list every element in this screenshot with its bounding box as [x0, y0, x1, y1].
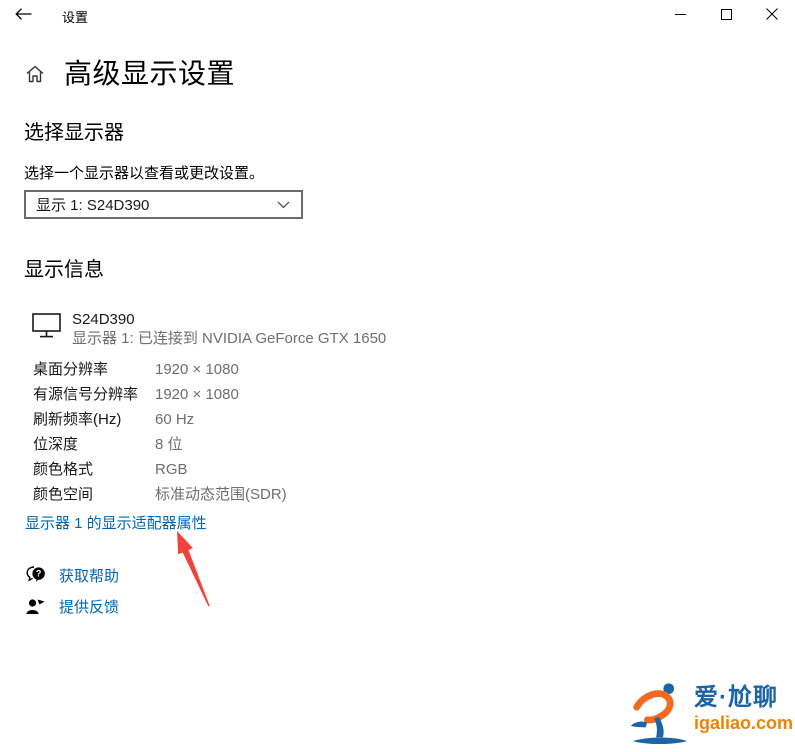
- monitor-connection: 显示器 1: 已连接到 NVIDIA GeForce GTX 1650: [72, 330, 387, 347]
- prop-label: 颜色空间: [33, 486, 94, 503]
- close-button[interactable]: [749, 0, 795, 32]
- help-speech-bubble-icon: ?: [25, 564, 47, 586]
- prop-label: 位深度: [33, 436, 79, 453]
- display-selector-dropdown[interactable]: 显示 1: S24D390: [24, 190, 303, 219]
- choose-display-description: 选择一个显示器以查看或更改设置。: [24, 165, 265, 182]
- display-adapter-properties-link[interactable]: 显示器 1 的显示适配器属性: [25, 512, 207, 533]
- page-header: 高级显示设置: [25, 52, 235, 92]
- give-feedback-link[interactable]: 提供反馈: [25, 595, 119, 617]
- running-figure-icon: [628, 678, 692, 746]
- window-title: 设置: [62, 9, 89, 25]
- display-properties-table: 桌面分辨率 1920 × 1080 有源信号分辨率 1920 × 1080 刷新…: [33, 357, 287, 507]
- prop-label: 有源信号分辨率: [33, 386, 139, 403]
- prop-label: 颜色格式: [33, 461, 94, 478]
- home-icon: [25, 64, 45, 84]
- get-help-label: 获取帮助: [59, 567, 120, 585]
- chevron-down-icon: [277, 201, 290, 209]
- maximize-button[interactable]: [703, 0, 749, 32]
- close-icon: [766, 7, 778, 25]
- table-row: 位深度 8 位: [33, 432, 287, 457]
- monitor-summary: S24D390 显示器 1: 已连接到 NVIDIA GeForce GTX 1…: [32, 310, 386, 348]
- display-info-heading: 显示信息: [24, 259, 104, 281]
- svg-text:?: ?: [36, 569, 42, 579]
- minimize-icon: [674, 7, 686, 25]
- get-help-link[interactable]: ? 获取帮助: [25, 564, 119, 586]
- watermark-logo: 爱·尬聊 igaliao.com: [628, 678, 793, 746]
- monitor-name: S24D390: [72, 311, 135, 328]
- watermark-brand-text: 爱·尬聊: [693, 684, 778, 711]
- back-button[interactable]: [0, 0, 46, 32]
- prop-value: 60 Hz: [155, 411, 195, 428]
- give-feedback-label: 提供反馈: [59, 598, 120, 616]
- settings-window: 设置 高级显示设置 选择显示器 选择一个显示器以查看或更改设置。 显示 1: S…: [0, 0, 795, 752]
- table-row: 桌面分辨率 1920 × 1080: [33, 357, 287, 382]
- prop-value: 1920 × 1080: [155, 361, 239, 378]
- minimize-button[interactable]: [657, 0, 703, 32]
- prop-value: 8 位: [155, 436, 183, 453]
- table-row: 刷新频率(Hz) 60 Hz: [33, 407, 287, 432]
- prop-value: 标准动态范围(SDR): [155, 486, 287, 503]
- title-bar: 设置: [0, 0, 795, 32]
- watermark-site-text: igaliao.com: [693, 713, 793, 733]
- table-row: 颜色空间 标准动态范围(SDR): [33, 482, 287, 507]
- back-arrow-icon: [14, 7, 32, 25]
- prop-value: 1920 × 1080: [155, 386, 239, 403]
- table-row: 颜色格式 RGB: [33, 457, 287, 482]
- prop-label: 刷新频率(Hz): [33, 411, 122, 428]
- page-title: 高级显示设置: [64, 58, 236, 89]
- maximize-icon: [720, 7, 732, 25]
- monitor-icon: [32, 313, 62, 339]
- display-selector-value: 显示 1: S24D390: [36, 197, 150, 214]
- choose-display-heading: 选择显示器: [24, 122, 124, 144]
- table-row: 有源信号分辨率 1920 × 1080: [33, 382, 287, 407]
- prop-value: RGB: [155, 461, 188, 478]
- prop-label: 桌面分辨率: [33, 361, 109, 378]
- feedback-person-icon: [25, 595, 47, 617]
